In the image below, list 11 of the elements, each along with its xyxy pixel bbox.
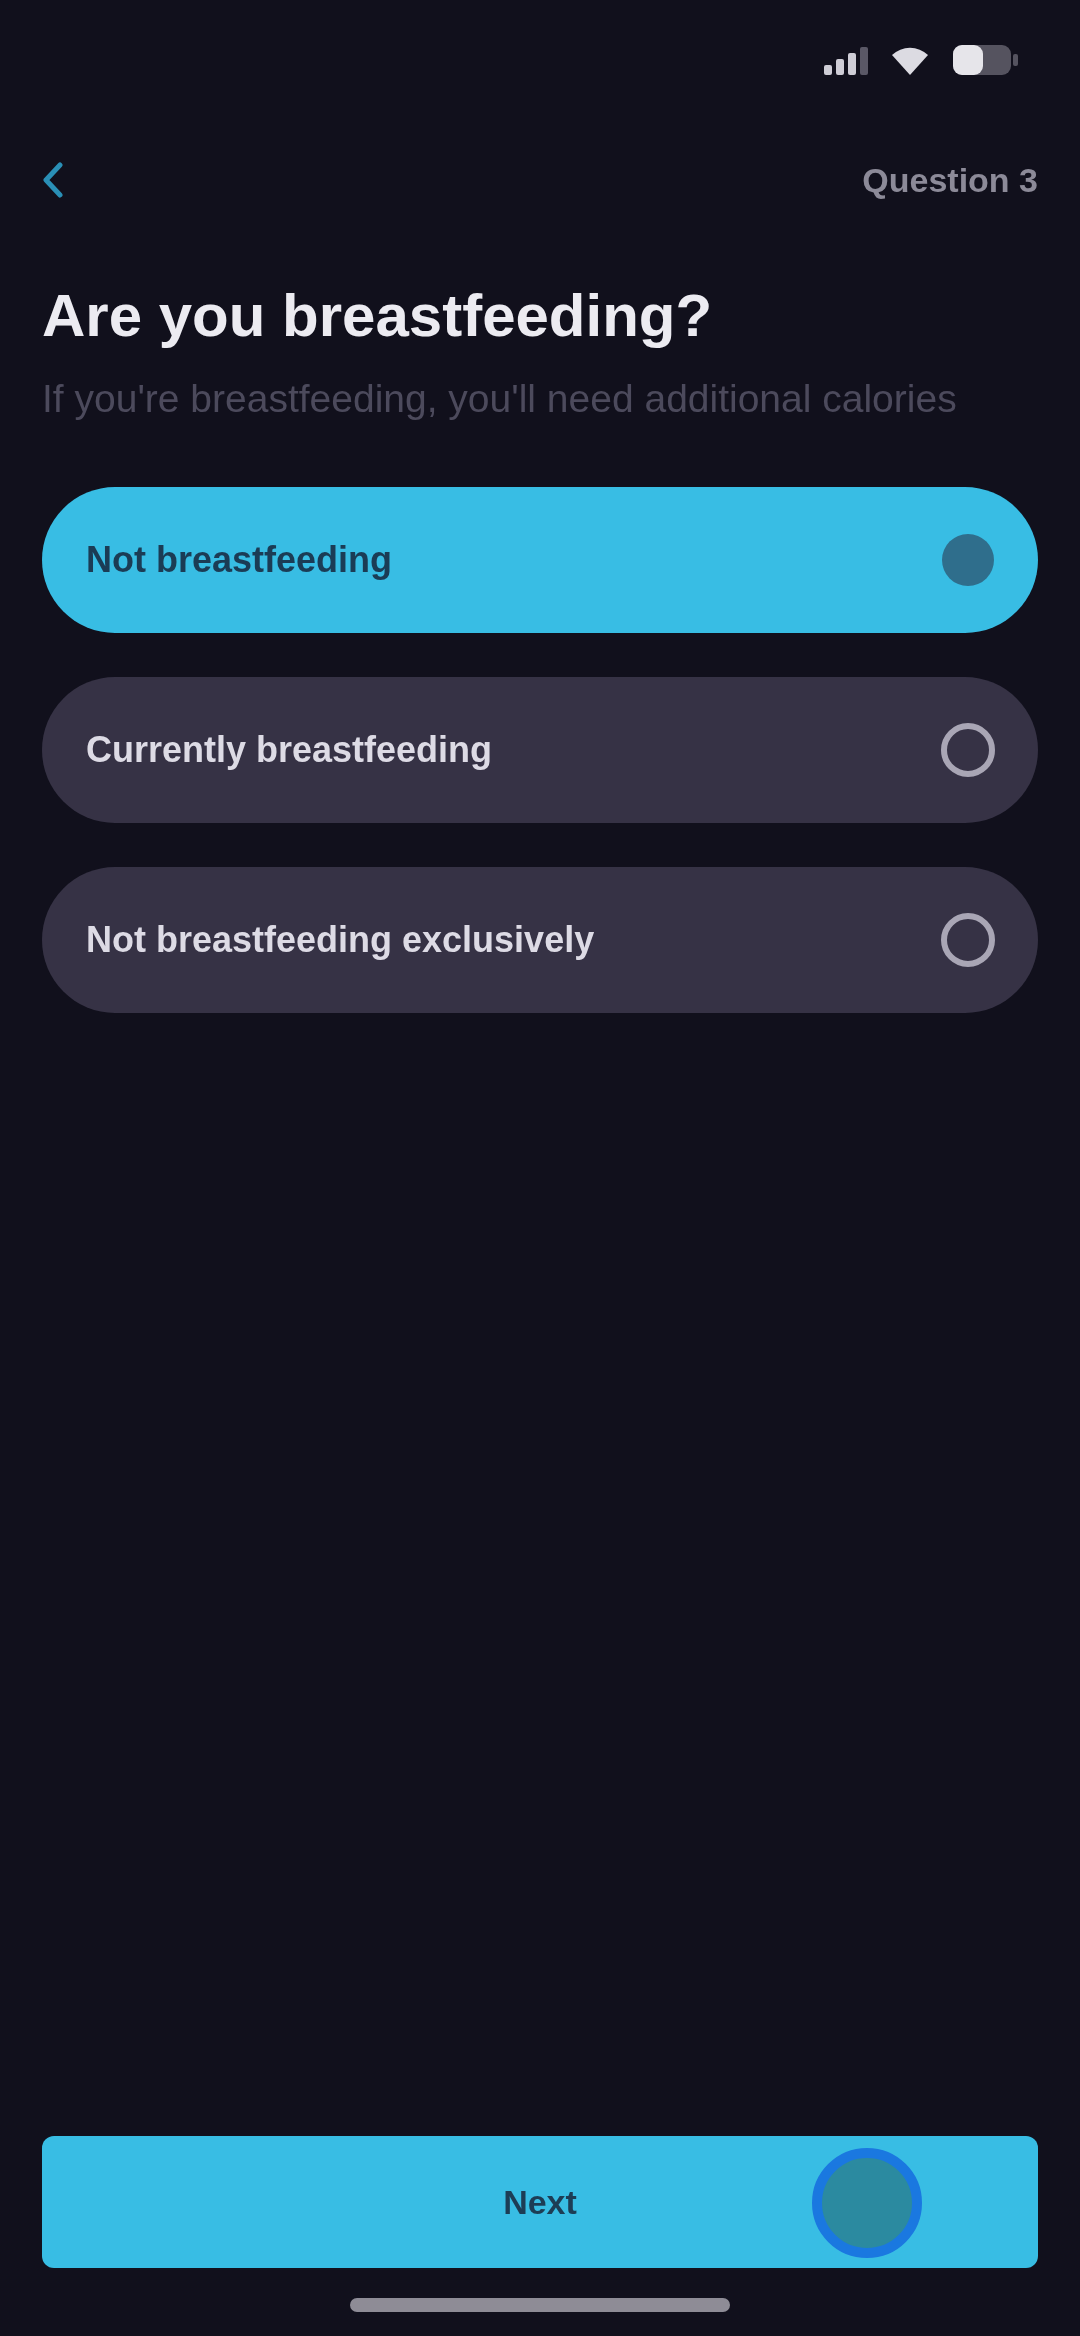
next-button[interactable]: Next — [42, 2136, 1038, 2268]
question-title: Are you breastfeeding? — [42, 281, 714, 351]
answer-option[interactable]: Currently breastfeeding — [42, 676, 1038, 823]
battery-icon — [952, 44, 1018, 76]
answer-option[interactable]: Not breastfeeding exclusively — [42, 866, 1038, 1013]
answer-option[interactable]: Not breastfeeding — [42, 486, 1038, 633]
question-subtitle: If you're breastfeeding, you'll need additional calories — [42, 376, 958, 422]
signal-icon — [824, 45, 868, 75]
wifi-icon — [890, 45, 930, 75]
chevron-left-icon — [42, 162, 64, 198]
question-counter: Question 3 — [862, 160, 1038, 200]
